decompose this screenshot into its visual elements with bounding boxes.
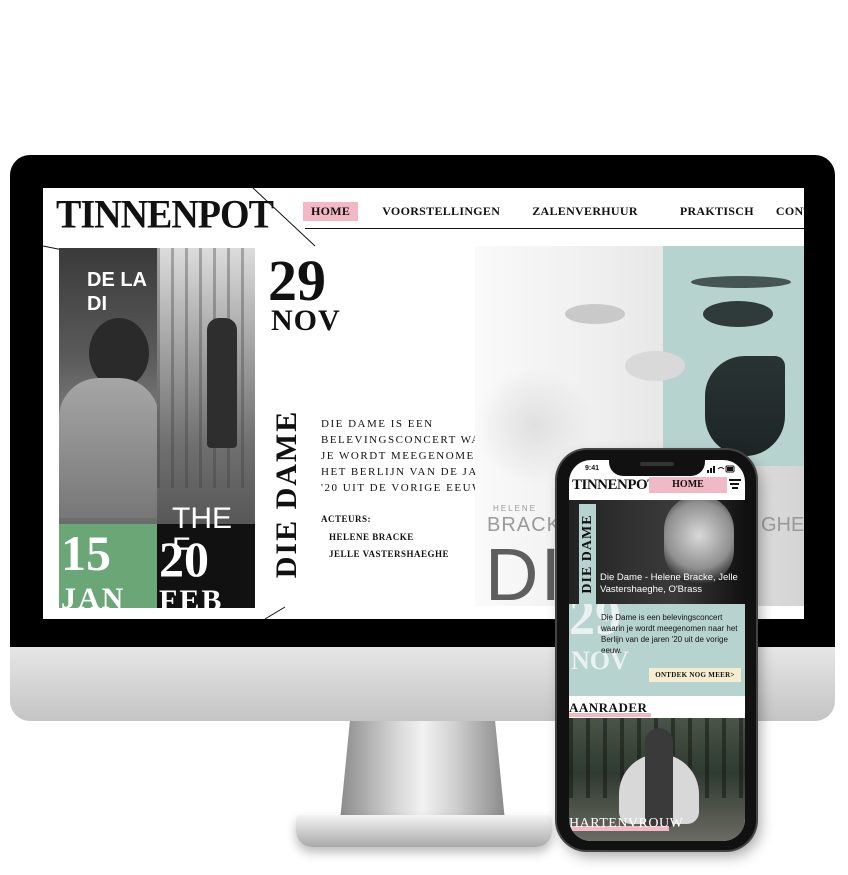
recommended-photo-figure xyxy=(645,728,673,828)
nav-home[interactable]: HOME xyxy=(303,202,359,221)
poster-day: 15 xyxy=(61,525,111,581)
site-logo[interactable]: TINNENPOT xyxy=(56,195,274,235)
hero-date-month: NOV xyxy=(271,304,341,337)
hamburger-menu-icon[interactable] xyxy=(729,479,741,491)
nav-praktisch[interactable]: PRAKTISCH xyxy=(672,202,762,221)
monitor-stand-base xyxy=(296,815,552,847)
status-time: 9:41 xyxy=(585,465,600,472)
show-poster-card[interactable]: DE LA DI 15 JAN xyxy=(59,248,159,608)
status-icons xyxy=(707,465,735,475)
hero-show-title: DIE DAME xyxy=(270,406,303,582)
hero-image-caption-small: HELENE xyxy=(493,504,538,513)
poster-day: 20 xyxy=(159,531,209,587)
recommended-show-title: HARTENVROUW xyxy=(569,816,684,831)
nav-contact[interactable]: CONTACT xyxy=(768,202,804,221)
monitor-stand-neck xyxy=(340,721,505,821)
signal-wifi-battery-icon xyxy=(707,465,735,473)
hero-image-nose xyxy=(625,351,685,381)
hero-image-eye xyxy=(703,301,773,327)
poster-photo xyxy=(157,248,255,488)
actor-name: JELLE VASTERSHAEGHE xyxy=(329,549,449,559)
phone-hero-title: Die Dame - Helene Bracke, Jelle Vastersh… xyxy=(600,572,738,595)
poster-month: JAN xyxy=(61,582,126,609)
nav-zalenverhuur[interactable]: ZALENVERHUUR xyxy=(524,202,646,221)
poster-title: DE LA DI xyxy=(87,269,147,315)
actors-label: ACTEURS: xyxy=(321,514,372,524)
phone-site-logo[interactable]: TINNENPOT xyxy=(572,478,657,493)
phone-screen: 9:41 TINNENPOT HOME DIE DAME Die Dame - … xyxy=(569,460,745,841)
discover-more-button[interactable]: ONTDEK NOG MEER> xyxy=(649,668,741,682)
hero-date-day: 29 xyxy=(268,248,326,313)
poster-month: FEB xyxy=(159,584,224,609)
phone-speaker xyxy=(640,462,674,466)
show-poster-card[interactable]: THE F 20 FEB xyxy=(157,248,255,608)
nav-underline xyxy=(305,228,804,229)
phone-hero-vertical-title: DIE DAME xyxy=(579,504,596,604)
phone-nav-home[interactable]: HOME xyxy=(649,477,727,493)
phone-info-panel: 29 NOV Die Dame is een belevingsconcert … xyxy=(569,604,745,696)
actor-name: HELENE BRACKE xyxy=(329,532,414,542)
hero-image-brow xyxy=(691,276,791,288)
poster-photo-body xyxy=(59,378,159,518)
nav-voorstellingen[interactable]: VOORSTELLINGEN xyxy=(374,202,508,221)
poster-photo-figure xyxy=(207,318,237,448)
phone-info-text: Die Dame is een belevingsconcert waarin … xyxy=(601,613,738,655)
hero-image-shadow xyxy=(705,356,785,456)
hero-image-eye xyxy=(565,304,625,324)
phone-notch xyxy=(609,456,705,476)
main-nav: HOME VOORSTELLINGEN ZALENVERHUUR PRAKTIS… xyxy=(303,202,804,221)
section-title: AANRADER xyxy=(569,700,648,715)
hero-show-title-text: DIE DAME xyxy=(270,409,303,579)
phone-hero-vertical-text: DIE DAME xyxy=(579,514,595,594)
hero-image-caption-right: GHE xyxy=(761,514,804,536)
